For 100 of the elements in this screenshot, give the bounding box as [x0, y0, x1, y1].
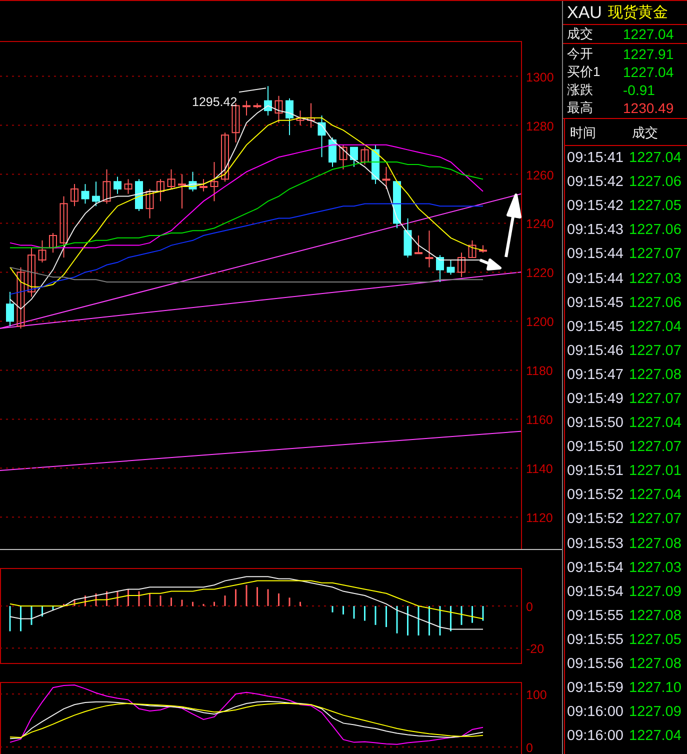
quote-value: 1227.91 — [623, 46, 674, 62]
trade-price: 1227.04 — [629, 415, 682, 432]
trade-price: 1227.04 — [629, 487, 682, 504]
trade-time: 09:15:56 — [566, 656, 624, 672]
leader-line — [238, 88, 266, 93]
candlestick — [210, 162, 218, 202]
candlestick — [264, 86, 272, 116]
quote-value: 1227.04 — [623, 26, 674, 42]
trade-price: 1227.09 — [629, 704, 682, 720]
price-axis-label: 1260 — [526, 168, 554, 182]
trade-time: 09:15:52 — [566, 487, 624, 504]
quote-label: 买价1 — [566, 63, 602, 81]
trade-price: 1227.05 — [629, 198, 682, 214]
trade-time: 09:15:51 — [566, 463, 624, 480]
candlestick — [221, 132, 229, 182]
trade-price: 1227.08 — [629, 608, 682, 624]
trade-price: 1227.04 — [629, 728, 682, 744]
trade-time: 09:15:55 — [566, 632, 624, 648]
trade-time: 09:15:41 — [566, 150, 624, 166]
trade-time: 09:15:45 — [566, 294, 624, 311]
candlestick — [60, 196, 68, 258]
candlestick — [425, 230, 434, 268]
trade-price: 1227.08 — [629, 536, 682, 552]
candlestick — [404, 218, 412, 258]
candlestick — [328, 137, 336, 168]
trade-time: 09:15:42 — [566, 174, 624, 190]
high-price-label: 1295.42 — [192, 95, 238, 110]
candlestick — [38, 240, 46, 263]
trade-time: 09:15:47 — [566, 366, 624, 383]
trade-price: 1227.03 — [629, 270, 682, 287]
column-header: 时间 — [569, 124, 597, 142]
trade-price: 1227.04 — [629, 318, 682, 335]
kdj-axis-label: 0 — [526, 741, 533, 754]
macd-axis-label: 0 — [526, 600, 533, 614]
candlestick — [16, 266, 25, 330]
trade-time: 09:15:50 — [566, 439, 624, 456]
candlestick — [468, 240, 476, 258]
trade-time: 09:15:49 — [566, 390, 624, 407]
kdj-axis-label: 100 — [526, 688, 547, 702]
candlestick — [286, 98, 294, 136]
trade-time: 09:15:42 — [566, 198, 624, 214]
price-axis-label: 1240 — [526, 217, 554, 232]
candlestick — [350, 146, 358, 168]
candlestick — [339, 144, 348, 170]
candlestick — [124, 178, 132, 194]
candlestick — [178, 174, 186, 210]
trade-time: 09:15:45 — [566, 318, 624, 335]
trade-price: 1227.06 — [629, 294, 682, 311]
trade-price: 1227.08 — [629, 656, 682, 672]
trade-time: 09:15:55 — [566, 608, 624, 624]
trade-price: 1227.10 — [629, 680, 682, 696]
price-axis-label: 1120 — [526, 511, 553, 526]
trade-price: 1227.05 — [629, 632, 682, 648]
trade-time: 09:15:50 — [566, 415, 624, 432]
price-axis-label: 1200 — [526, 315, 554, 330]
candlestick — [114, 176, 122, 194]
price-axis-label: 1300 — [526, 70, 554, 84]
instrument-name: 现货黄金 — [608, 3, 668, 22]
trade-price: 1227.06 — [629, 174, 682, 190]
candlestick — [81, 184, 90, 204]
trade-price: 1227.07 — [629, 246, 682, 262]
candlestick — [274, 95, 283, 124]
candlestick — [102, 168, 111, 204]
candlestick — [436, 254, 444, 283]
price-axis-label: 1280 — [526, 119, 554, 134]
trade-time: 09:15:52 — [566, 511, 624, 528]
trade-time: 09:15:54 — [566, 584, 624, 600]
trade-time: 09:15:44 — [566, 270, 624, 287]
quote-label: 涨跌 — [566, 81, 594, 99]
price-axis-label: 1160 — [526, 413, 553, 428]
symbol-code: XAU — [567, 2, 602, 22]
price-axis-label: 1140 — [526, 462, 553, 476]
trade-price: 1227.03 — [629, 560, 682, 576]
column-header: 成交 — [632, 124, 658, 142]
quote-label: 成交 — [566, 25, 594, 43]
trade-price: 1227.06 — [629, 222, 682, 238]
trade-price: 1227.07 — [629, 342, 682, 359]
trade-price: 1227.07 — [629, 439, 682, 456]
candlestick — [307, 102, 315, 128]
trade-price: 1227.04 — [629, 150, 682, 166]
candlestick — [414, 235, 422, 254]
candlestick — [146, 188, 154, 219]
price-axis-label: 1220 — [526, 266, 554, 280]
candlestick — [49, 232, 57, 254]
candlestick — [167, 168, 176, 190]
candlestick — [253, 102, 262, 109]
candlestick — [393, 181, 401, 229]
trade-price: 1227.07 — [629, 511, 682, 528]
price-axis-label: 1180 — [526, 364, 553, 378]
trade-price: 1227.09 — [629, 584, 682, 600]
trade-time: 09:15:46 — [566, 342, 624, 359]
candlestick — [318, 114, 326, 158]
trade-time: 09:16:00 — [566, 704, 624, 720]
candlestick — [382, 166, 390, 190]
candlestick — [70, 184, 78, 207]
quote-value: -0.91 — [623, 82, 655, 98]
candlestick — [458, 252, 466, 278]
candlestick — [360, 146, 369, 165]
candlestick — [6, 291, 14, 327]
candlestick — [200, 178, 208, 192]
